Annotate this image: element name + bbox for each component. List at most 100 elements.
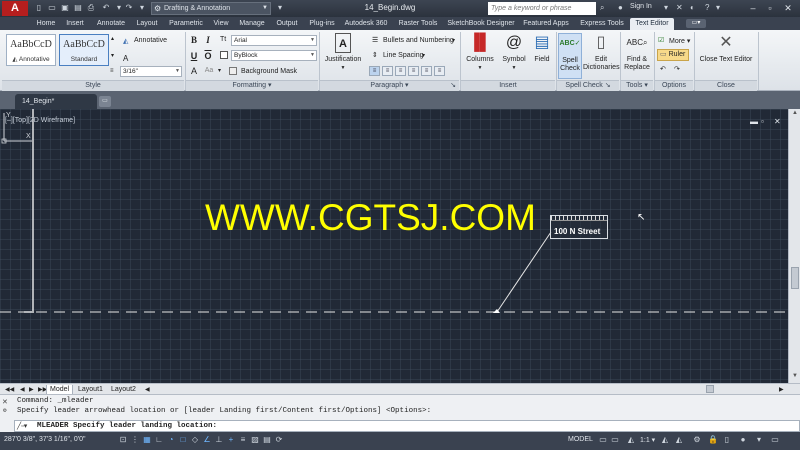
application-menu-button[interactable]: A (2, 1, 28, 16)
justify-button[interactable]: ≡ (421, 66, 432, 76)
tab-sketchbook-designer[interactable]: SketchBook Designer (446, 18, 516, 30)
vertical-scrollbar[interactable]: ▲ ▼ (788, 109, 800, 383)
tab-raster-tools[interactable]: Raster Tools (394, 18, 442, 30)
align-right-button[interactable]: ≡ (408, 66, 419, 76)
annotation-scale-dropdown[interactable]: 1:1 ▾ (640, 436, 655, 444)
style-swatch-standard[interactable]: AaBbCcD Standard (59, 34, 109, 66)
text-height-input[interactable]: 3/16" ▼ (120, 66, 182, 77)
osnap-icon[interactable]: □ (178, 435, 188, 445)
spell-check-button[interactable]: ABC✓ Spell Check (558, 33, 582, 79)
panel-title-tools[interactable]: Tools ▾ (621, 80, 653, 91)
model-space-toggle[interactable]: MODEL (568, 436, 593, 443)
redo-dropdown-icon[interactable]: ▾ (137, 3, 147, 13)
auto-scale-icon[interactable]: ◭ (674, 435, 684, 445)
save-as-icon[interactable]: ▤ (73, 3, 83, 13)
style-swatch-annotative[interactable]: AaBbCcD ◭ Annotative (6, 34, 56, 66)
find-replace-button[interactable]: ABC⌕ Find & Replace (623, 33, 651, 79)
close-icon[interactable]: ✕ (782, 2, 794, 14)
chevron-down-icon[interactable]: ▾ (422, 52, 425, 59)
match-properties-button[interactable]: A (188, 65, 200, 77)
clean-screen-icon[interactable]: ▭ (770, 435, 780, 445)
case-dropdown-icon[interactable]: ▾ (218, 67, 221, 74)
tab-home[interactable]: Home (32, 18, 60, 30)
chevron-down-icon[interactable]: ▾ (452, 37, 455, 44)
sign-in-dropdown-icon[interactable]: ▾ (664, 3, 668, 13)
minimize-icon[interactable]: – (747, 2, 759, 14)
hardware-acceleration-icon[interactable]: ▯ (722, 435, 732, 445)
background-mask-button[interactable]: Background Mask (241, 68, 297, 75)
style-scroll-up-icon[interactable]: ▴ (111, 35, 114, 42)
panel-title-formatting[interactable]: Formatting ▾ (186, 80, 318, 91)
tab-plug-ins[interactable]: Plug-ins (306, 18, 338, 30)
line-spacing-button[interactable]: Line Spacing (383, 52, 423, 59)
ribbon-options-button[interactable]: ▭▾ (686, 19, 706, 28)
new-file-icon[interactable]: ▯ (34, 3, 44, 13)
connect-icon[interactable]: ◐ (690, 3, 695, 13)
3d-osnap-icon[interactable]: ◇ (190, 435, 200, 445)
undo-icon[interactable]: ↶ (660, 65, 666, 73)
text-ruler[interactable] (551, 216, 607, 221)
ruler-toggle[interactable]: ▭ Ruler (657, 49, 689, 61)
viewport-close-icon[interactable]: ✕ (774, 117, 781, 126)
isolate-objects-icon[interactable]: ● (738, 435, 748, 445)
mtext-content[interactable]: 100 N Street (554, 227, 600, 236)
quick-properties-icon[interactable]: ▤ (262, 435, 272, 445)
mtext-editor-box[interactable]: 100 N Street (550, 215, 608, 239)
command-prompt-icon[interactable]: ╱▫▾ (17, 422, 27, 430)
edit-dictionaries-button[interactable]: ▯ Edit Dictionaries (583, 33, 620, 79)
close-text-editor-button[interactable]: ✕ Close Text Editor (698, 33, 754, 79)
command-settings-icon[interactable]: ⚙ (3, 407, 7, 414)
tab-express-tools[interactable]: Express Tools (576, 18, 628, 30)
help-icon[interactable]: ? (705, 3, 709, 13)
command-close-icon[interactable]: ✕ (2, 398, 8, 406)
scrollbar-thumb[interactable] (791, 267, 799, 289)
panel-title-paragraph[interactable]: Paragraph ▾ ↘ (320, 80, 459, 91)
coordinate-readout[interactable]: 287'0 3/8", 37'3 1/16", 0'0" (4, 436, 86, 443)
distribute-button[interactable]: ≡ (434, 66, 445, 76)
tab-insert[interactable]: Insert (61, 18, 89, 30)
font-dropdown[interactable]: Arial ▼ (231, 35, 317, 46)
command-input[interactable]: ╱▫▾ MLEADER Specify leader landing locat… (14, 420, 800, 432)
maximize-icon[interactable]: ▫ (764, 2, 776, 14)
more-options-button[interactable]: More ▾ (669, 37, 690, 45)
open-file-icon[interactable]: ▭ (47, 3, 57, 13)
italic-button[interactable]: I (202, 34, 214, 46)
change-case-button[interactable]: Aa (202, 65, 216, 77)
redo-icon[interactable]: ↷ (124, 3, 134, 13)
customize-qat-icon[interactable]: ▾ (275, 3, 285, 13)
otrack-icon[interactable]: ∠ (202, 435, 212, 445)
style-expand-icon[interactable]: ≡ (110, 68, 114, 74)
user-icon[interactable]: ● (618, 3, 623, 13)
status-menu-icon[interactable]: ▾ (754, 435, 764, 445)
quick-view-drawings-icon[interactable]: ▭ (610, 435, 620, 445)
help-dropdown-icon[interactable]: ▾ (716, 3, 720, 13)
tab-autodesk-360[interactable]: Autodesk 360 (343, 18, 389, 30)
symbol-button[interactable]: @ Symbol ▼ (500, 33, 528, 79)
columns-button[interactable]: ▐▌ Columns ▼ (464, 33, 496, 79)
viewport-minimize-icon[interactable]: ▬ (750, 117, 758, 126)
workspace-switching-icon[interactable]: ⚙ (692, 435, 702, 445)
tab-layout[interactable]: Layout (132, 18, 162, 30)
annotative-toggle[interactable]: Annotative (134, 37, 167, 44)
field-button[interactable]: ▤ Field (531, 33, 553, 79)
undo-dropdown-icon[interactable]: ▾ (114, 3, 124, 13)
style-scroll-down-icon[interactable]: ▾ (111, 52, 114, 59)
ortho-icon[interactable]: ∟ (154, 435, 164, 445)
drawing-canvas[interactable]: [–][Top][2D Wireframe] ▬ ▫ ✕ WWW.CGTSJ.C… (0, 109, 800, 383)
scroll-down-icon[interactable]: ▼ (789, 373, 800, 379)
lineweight-icon[interactable]: ≡ (238, 435, 248, 445)
document-tab[interactable]: 14_Begin* (15, 94, 97, 109)
align-center-button[interactable]: ≡ (395, 66, 406, 76)
quick-view-layouts-icon[interactable]: ▭ (598, 435, 608, 445)
bullets-numbering-button[interactable]: Bullets and Numbering (383, 37, 454, 44)
workspace-dropdown[interactable]: ⚙ Drafting & Annotation ▼ (151, 2, 271, 15)
sign-in-link[interactable]: Sign In (630, 3, 652, 10)
panel-title-spell-check[interactable]: Spell Check ↘ (557, 80, 619, 91)
align-default-button[interactable]: ≡ (369, 66, 380, 76)
color-dropdown[interactable]: ByBlock ▼ (231, 50, 317, 61)
tab-output[interactable]: Output (272, 18, 302, 30)
scroll-up-icon[interactable]: ▲ (789, 110, 800, 116)
grid-icon[interactable]: ▦ (142, 435, 152, 445)
dynamic-input-icon[interactable]: + (226, 435, 236, 445)
search-icon[interactable]: ⌕ (600, 3, 604, 13)
